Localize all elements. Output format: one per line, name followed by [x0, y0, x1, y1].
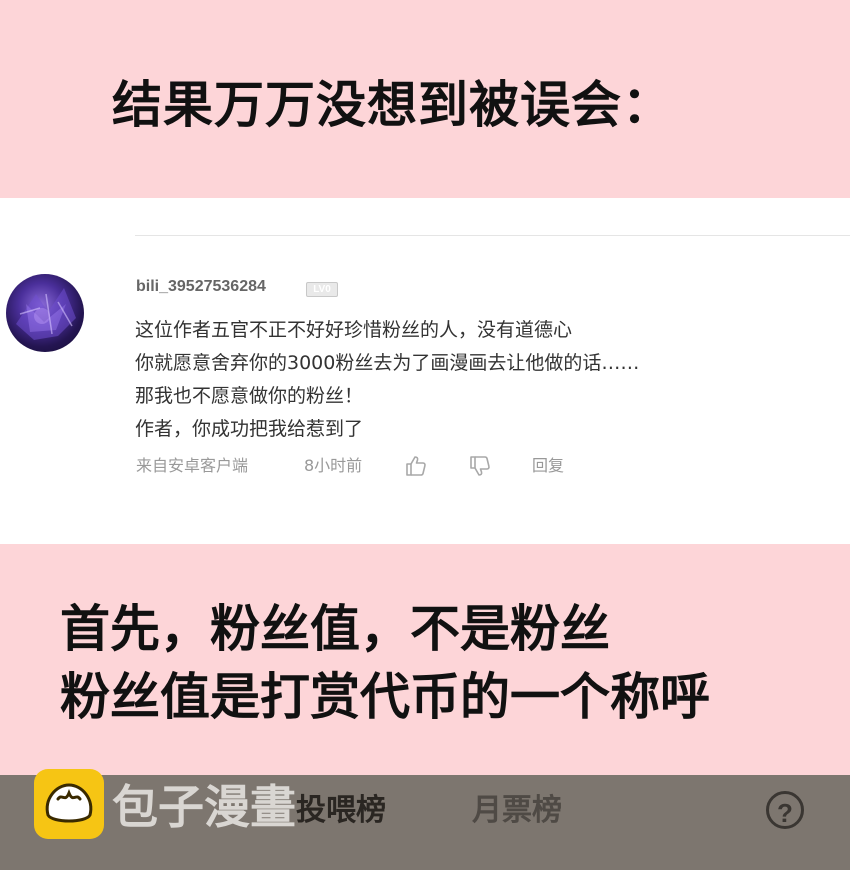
comment-line: 作者，你成功把我给惹到了: [135, 418, 364, 440]
reply-link[interactable]: 回复: [532, 454, 564, 478]
top-banner: 结果万万没想到被误会：: [0, 0, 850, 198]
comment-line: 你就愿意舍弃你的3000粉丝去为了画漫画去让他做的话……: [135, 352, 640, 374]
comment-username[interactable]: bili_39527536284: [136, 278, 266, 296]
level-badge: LV0: [306, 282, 338, 297]
comment-line: 那我也不愿意做你的粉丝！: [135, 385, 364, 407]
thumbs-down-icon[interactable]: [468, 454, 492, 478]
divider: [135, 235, 850, 236]
comment-card: bili_39527536284 LV0 这位作者五官不正不好好珍惜粉丝的人，没…: [0, 198, 850, 544]
bottom-banner: 首先，粉丝值，不是粉丝 粉丝值是打赏代币的一个称呼: [0, 544, 850, 775]
avatar-image: [16, 288, 76, 340]
banner-line: 首先，粉丝值，不是粉丝: [60, 600, 610, 658]
comment-time: 8小时前: [304, 456, 363, 475]
tab-feed-ranking[interactable]: 投喂榜: [296, 791, 386, 831]
banner-heading: 结果万万没想到被误会：: [112, 76, 673, 134]
banner-line: 粉丝值是打赏代币的一个称呼: [60, 668, 710, 726]
brand-name: 包子漫畫: [112, 780, 296, 834]
avatar[interactable]: [6, 274, 84, 352]
comment-line: 这位作者五官不正不好好珍惜粉丝的人，没有道德心: [135, 319, 573, 341]
bottom-bar: 包子漫畫 投喂榜 月票榜 ?: [0, 769, 850, 870]
tab-monthly-ticket-ranking[interactable]: 月票榜: [472, 791, 562, 831]
comment-body: 这位作者五官不正不好好珍惜粉丝的人，没有道德心 你就愿意舍弃你的3000粉丝去为…: [135, 314, 639, 446]
thumbs-up-icon[interactable]: [404, 454, 428, 478]
logo-icon: [34, 769, 104, 839]
help-icon[interactable]: ?: [766, 791, 804, 829]
comment-source: 来自安卓客户端: [136, 456, 249, 475]
